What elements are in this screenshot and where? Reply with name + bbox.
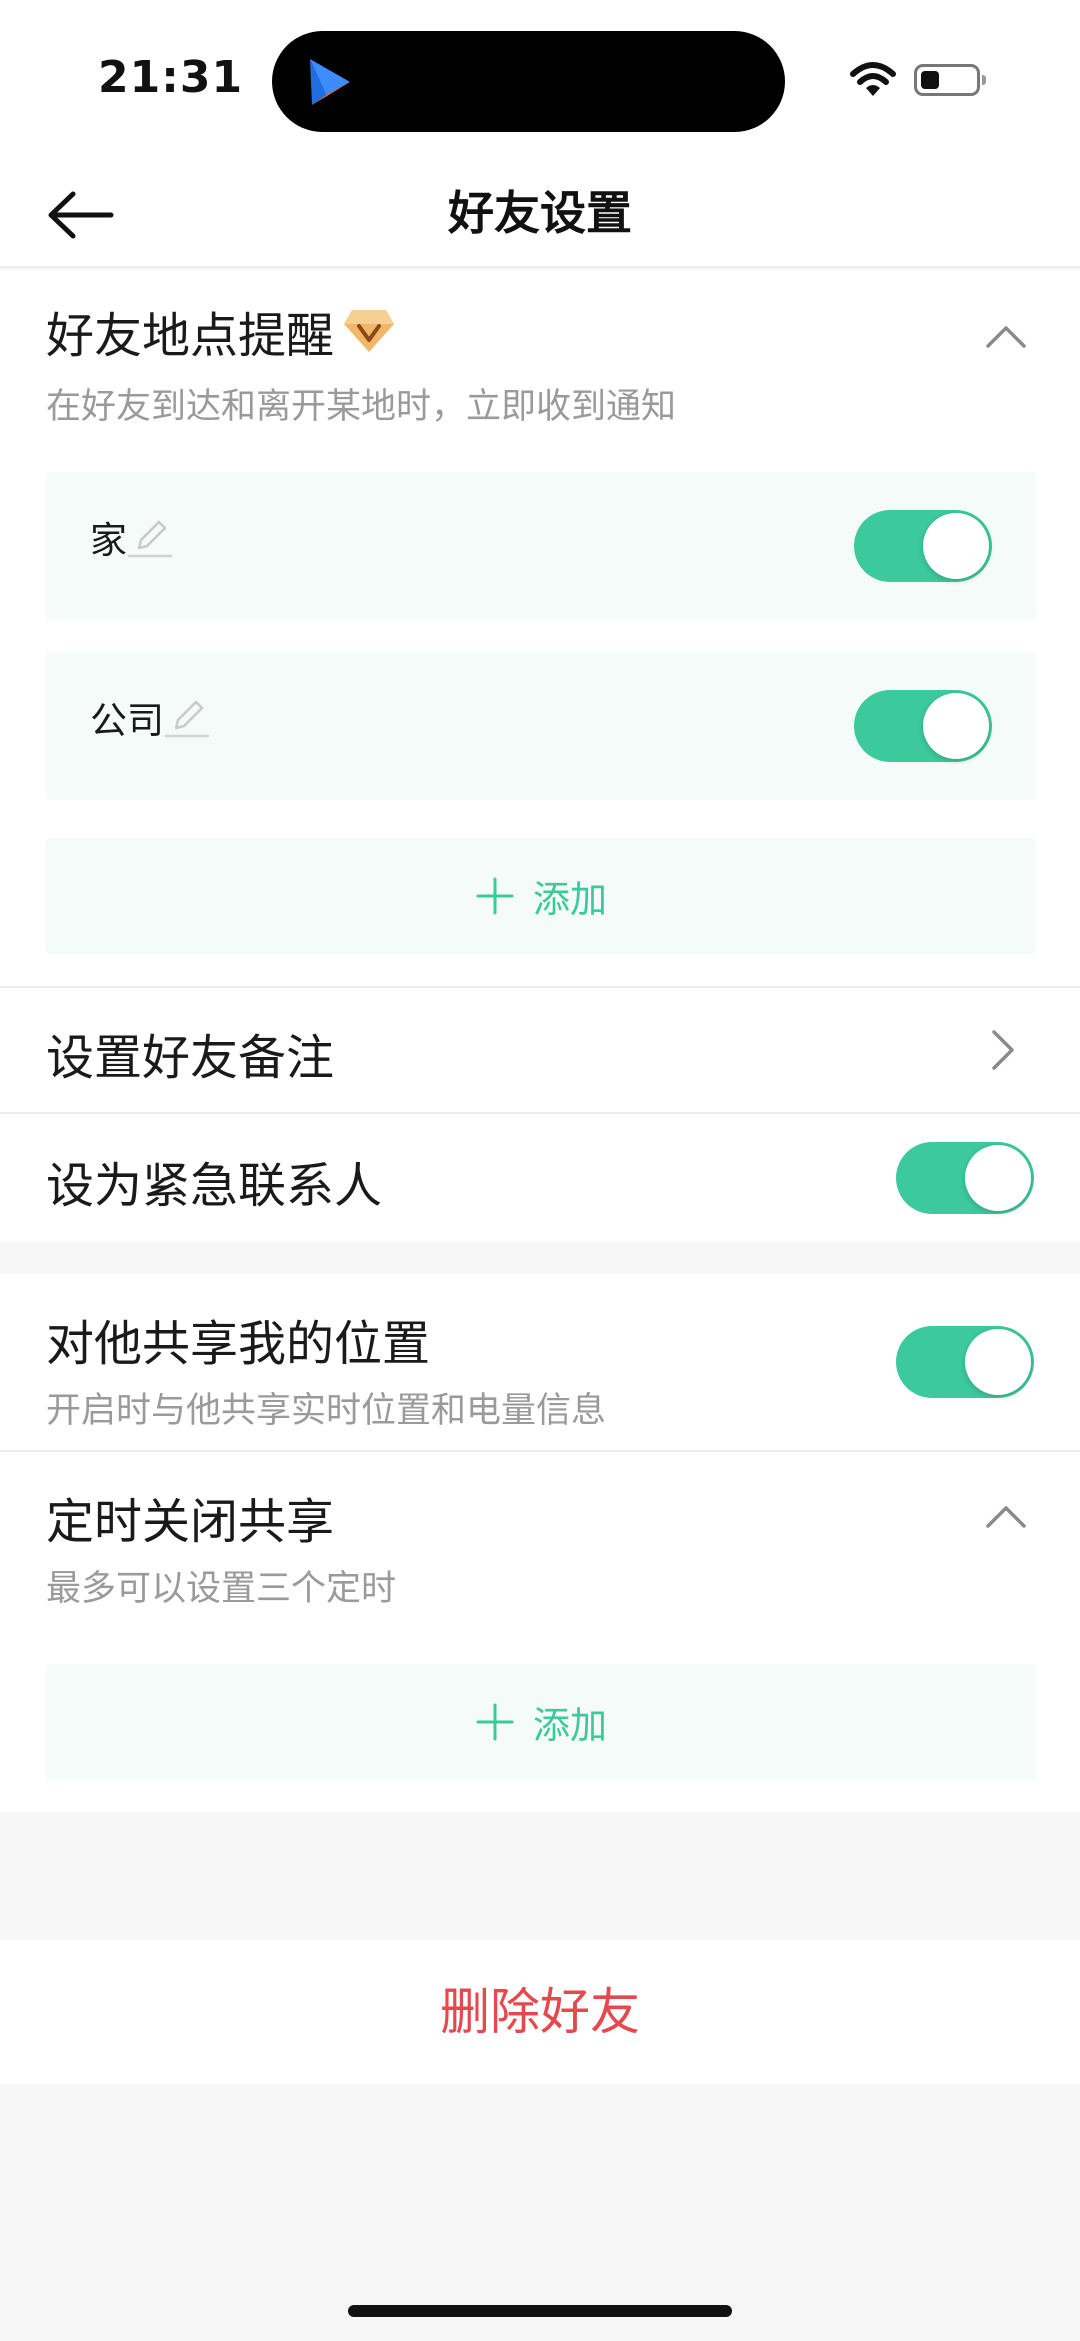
nav-bar: 好友设置 xyxy=(0,160,1080,268)
app-logo-icon xyxy=(310,59,350,105)
location-alert-section: 好友地点提醒 在好友到达和离开某地时，立即收到通知 家 公司 添加 xyxy=(0,270,1080,986)
emergency-title: 设为紧急联系人 xyxy=(46,1158,383,1214)
vip-diamond-icon xyxy=(344,310,395,352)
remark-title: 设置好友备注 xyxy=(46,1030,335,1086)
add-timer-label: 添加 xyxy=(533,1704,607,1747)
edit-pencil-icon[interactable] xyxy=(164,694,210,740)
add-timer-button[interactable]: 添加 xyxy=(46,1664,1036,1780)
toggle-knob xyxy=(965,1145,1031,1211)
collapse-chevron-up-icon[interactable] xyxy=(982,1494,1030,1542)
plus-icon xyxy=(476,877,514,915)
delete-friend-button[interactable]: 删除好友 xyxy=(0,1940,1080,2084)
place-toggle-home[interactable] xyxy=(854,510,992,582)
timed-stop-subtitle: 最多可以设置三个定时 xyxy=(46,1569,397,1609)
chevron-right-icon xyxy=(992,1030,1014,1070)
timed-stop-section: 定时关闭共享 最多可以设置三个定时 添加 xyxy=(0,1452,1080,1812)
share-location-subtitle: 开启时与他共享实时位置和电量信息 xyxy=(46,1391,607,1431)
status-icons xyxy=(850,58,986,102)
battery-level xyxy=(921,71,939,89)
toggle-knob xyxy=(965,1329,1031,1395)
location-alert-title: 好友地点提醒 xyxy=(46,308,335,364)
share-location-toggle[interactable] xyxy=(896,1326,1034,1398)
location-alert-subtitle: 在好友到达和离开某地时，立即收到通知 xyxy=(46,387,677,427)
place-toggle-office[interactable] xyxy=(854,690,992,762)
emergency-toggle[interactable] xyxy=(896,1142,1034,1214)
add-place-button[interactable]: 添加 xyxy=(46,838,1036,954)
toggle-knob xyxy=(923,693,989,759)
emergency-contact-row: 设为紧急联系人 xyxy=(0,1114,1080,1242)
place-label[interactable]: 公司 xyxy=(90,690,210,744)
place-name-home: 家 xyxy=(90,519,127,562)
remark-row[interactable]: 设置好友备注 xyxy=(0,988,1080,1112)
wifi-icon xyxy=(850,62,896,96)
plus-icon xyxy=(476,1703,514,1741)
status-time: 21:31 xyxy=(98,52,244,103)
place-label[interactable]: 家 xyxy=(90,510,173,564)
screen: 21:31 好友设置 好友地点提醒 在好友到达和离开某地时，立即收到通知 家 公… xyxy=(0,0,1080,2341)
toggle-knob xyxy=(923,513,989,579)
collapse-chevron-up-icon[interactable] xyxy=(982,314,1030,362)
location-alert-header[interactable]: 好友地点提醒 xyxy=(46,296,396,366)
home-indicator[interactable] xyxy=(348,2305,732,2317)
share-location-row: 对他共享我的位置 开启时与他共享实时位置和电量信息 xyxy=(0,1274,1080,1450)
place-name-office: 公司 xyxy=(90,699,164,742)
battery-icon xyxy=(914,64,986,96)
share-location-title: 对他共享我的位置 xyxy=(46,1316,431,1372)
place-item-home[interactable]: 家 xyxy=(46,472,1036,620)
dynamic-island[interactable] xyxy=(272,31,785,132)
place-item-office[interactable]: 公司 xyxy=(46,652,1036,800)
page-title: 好友设置 xyxy=(448,186,632,240)
timed-stop-title[interactable]: 定时关闭共享 xyxy=(46,1482,334,1552)
status-bar: 21:31 xyxy=(0,0,1080,160)
edit-pencil-icon[interactable] xyxy=(127,514,173,560)
add-place-label: 添加 xyxy=(533,878,607,921)
